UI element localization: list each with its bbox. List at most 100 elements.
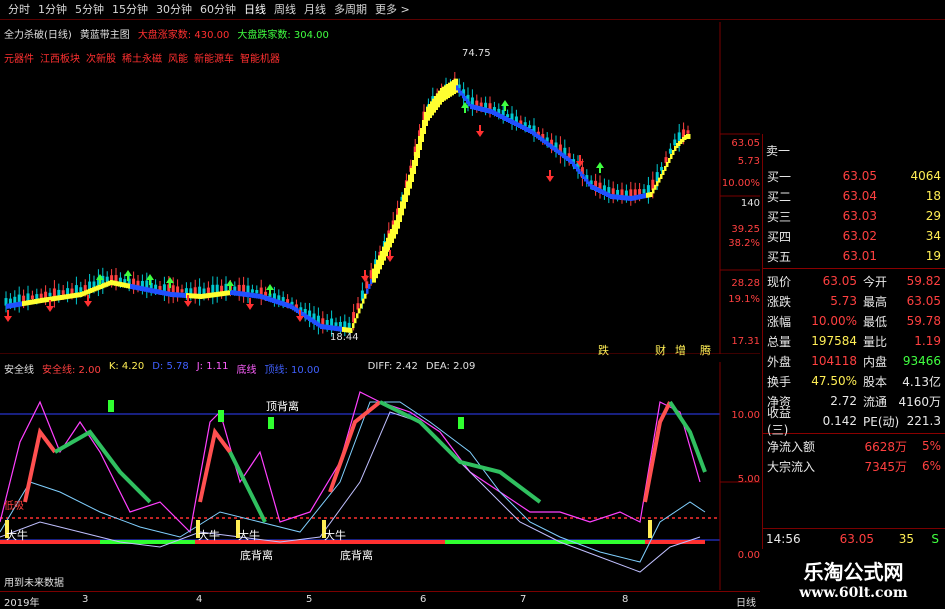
- concept-tag[interactable]: 次新股: [86, 50, 116, 65]
- sell-flag-icon: [218, 410, 224, 422]
- band-segment: [362, 298, 365, 304]
- date-tick: 2019年: [4, 598, 40, 609]
- safe-value: 安全线: 2.00: [42, 365, 101, 376]
- bull-marker-icon: [648, 520, 652, 538]
- stat-value: 63.05: [906, 294, 941, 308]
- candle-body: [642, 189, 646, 194]
- period-tab[interactable]: 分时: [4, 0, 34, 20]
- quote-panel: 买一 63.05 4064 买二 63.04 18 买三 63.03 29 买四 63.02 34 买五…: [762, 134, 945, 549]
- tick-row: 14:56 63.05 35 S: [762, 528, 945, 548]
- stat-row: 涨幅 10.00% 最低 59.78: [763, 311, 945, 331]
- period-tab[interactable]: 更多 >: [371, 0, 414, 20]
- tick-volume: 35: [898, 531, 914, 546]
- candle-body: [79, 287, 83, 293]
- bottom-divergence-label-2: 底背离: [340, 549, 373, 562]
- indicator-name[interactable]: 黄蓝带主图: [80, 26, 130, 41]
- stat-row: 外盘 104118 内盘 93466: [763, 351, 945, 371]
- period-tab[interactable]: 30分钟: [152, 0, 196, 20]
- stat-value: 63.05: [822, 274, 857, 288]
- d-value: D: 5.78: [152, 361, 189, 372]
- safety-line-indicator-chart[interactable]: [0, 362, 760, 590]
- stock-name: 全力杀破(日线): [4, 30, 72, 41]
- concept-tag[interactable]: 新能源车: [194, 50, 234, 65]
- concept-tag[interactable]: 智能机器: [240, 50, 280, 65]
- candle-body: [70, 288, 74, 294]
- band-segment: [688, 134, 691, 139]
- candle-body: [286, 299, 290, 304]
- sub-indicator-name[interactable]: 安全线: [4, 361, 34, 376]
- down-trend-segment: [228, 451, 267, 523]
- tick-price: 63.05: [839, 531, 874, 546]
- candle-body: [686, 130, 690, 134]
- price-axis: 63.05 5.73 10.00% 140 39.25 38.2% 28.28 19.1% 17…: [722, 132, 762, 362]
- diff-value: DIFF: 2.42: [367, 361, 418, 372]
- sub-axis-label: 5.00: [737, 474, 760, 485]
- candle-body: [180, 289, 184, 293]
- bid-volume: 18: [925, 189, 941, 203]
- candle-body: [250, 289, 254, 293]
- bid-label: 买三: [767, 209, 792, 224]
- buy-arrow-icon: [84, 295, 92, 307]
- stat-label: 涨跌: [767, 294, 792, 309]
- price-axis-label: 28.28: [731, 278, 760, 289]
- candle-body: [39, 293, 43, 298]
- candle-body: [158, 285, 162, 291]
- date-axis: 2019年 3 4 5 6 7 8 日线: [0, 591, 760, 609]
- candle-body: [123, 279, 127, 283]
- stat-label: 外盘: [767, 354, 792, 369]
- candle-body: [8, 298, 12, 304]
- buy-arrow-icon: [546, 170, 554, 182]
- stat-row: 涨跌 5.73 最高 63.05: [763, 291, 945, 311]
- period-tab[interactable]: 日线: [240, 0, 270, 20]
- concept-tag[interactable]: 风能: [168, 50, 188, 65]
- date-tick: 4: [196, 594, 203, 605]
- buy-arrow-icon: [246, 298, 254, 310]
- stat-label: 最低: [863, 314, 888, 329]
- j-value: J: 1.11: [196, 361, 229, 372]
- main-price-chart[interactable]: [0, 22, 760, 354]
- stat-value: 2.72: [830, 394, 857, 408]
- concept-tag[interactable]: 江西板块: [40, 50, 80, 65]
- bull-label-4: 大牛: [324, 529, 346, 542]
- stat-value: 197584: [811, 334, 857, 348]
- stat-value: 59.78: [906, 314, 941, 328]
- sub-axis-label: 0.00: [737, 550, 760, 561]
- candle-body: [61, 290, 65, 295]
- stat-row: 现价 63.05 今开 59.82: [763, 271, 945, 291]
- sell-flag-icon: [458, 417, 464, 429]
- buy-arrow-icon: [476, 125, 484, 137]
- period-tab[interactable]: 多周期: [330, 0, 371, 20]
- candle-body: [334, 322, 338, 326]
- flow-label: 净流入额: [767, 439, 816, 454]
- flow-pct: 6%: [921, 459, 941, 473]
- bid-price: 63.04: [842, 189, 877, 203]
- period-tab[interactable]: 周线: [270, 0, 300, 20]
- candle-body: [30, 295, 34, 300]
- up-trend-segment: [328, 400, 382, 493]
- date-tick: 8: [622, 594, 629, 605]
- period-tab[interactable]: 60分钟: [196, 0, 240, 20]
- stat-value: 59.82: [906, 274, 941, 288]
- stat-row: 换手 47.50% 股本 4.13亿: [763, 371, 945, 391]
- period-tab[interactable]: 5分钟: [71, 0, 108, 20]
- bid-volume: 4064: [910, 169, 941, 183]
- k-value: K: 4.20: [108, 361, 145, 372]
- concept-tag[interactable]: 元器件: [4, 50, 34, 65]
- candle-body: [365, 281, 369, 289]
- chart-marker: 腾: [700, 344, 711, 357]
- candle-body: [668, 148, 672, 154]
- flow-value: 6628万: [864, 439, 907, 454]
- period-tab[interactable]: 15分钟: [108, 0, 152, 20]
- period-tab[interactable]: 1分钟: [34, 0, 71, 20]
- tick-side: S: [931, 531, 939, 546]
- bull-label-3: 大牛: [238, 529, 260, 542]
- low-buy-label: 低吸: [4, 501, 24, 512]
- sub-chart-header: 安全线 安全线: 2.00 K: 4.20 D: 5.78 J: 1.11 底线…: [4, 361, 475, 376]
- chart-marker: 增: [675, 344, 686, 357]
- period-tab[interactable]: 月线: [300, 0, 330, 20]
- candle-body: [233, 286, 237, 291]
- bull-label-2: 大牛: [198, 529, 220, 542]
- bottom-line-label: 底线: [236, 365, 257, 376]
- stat-value: 104118: [811, 354, 857, 368]
- concept-tag[interactable]: 稀土永磁: [122, 50, 162, 65]
